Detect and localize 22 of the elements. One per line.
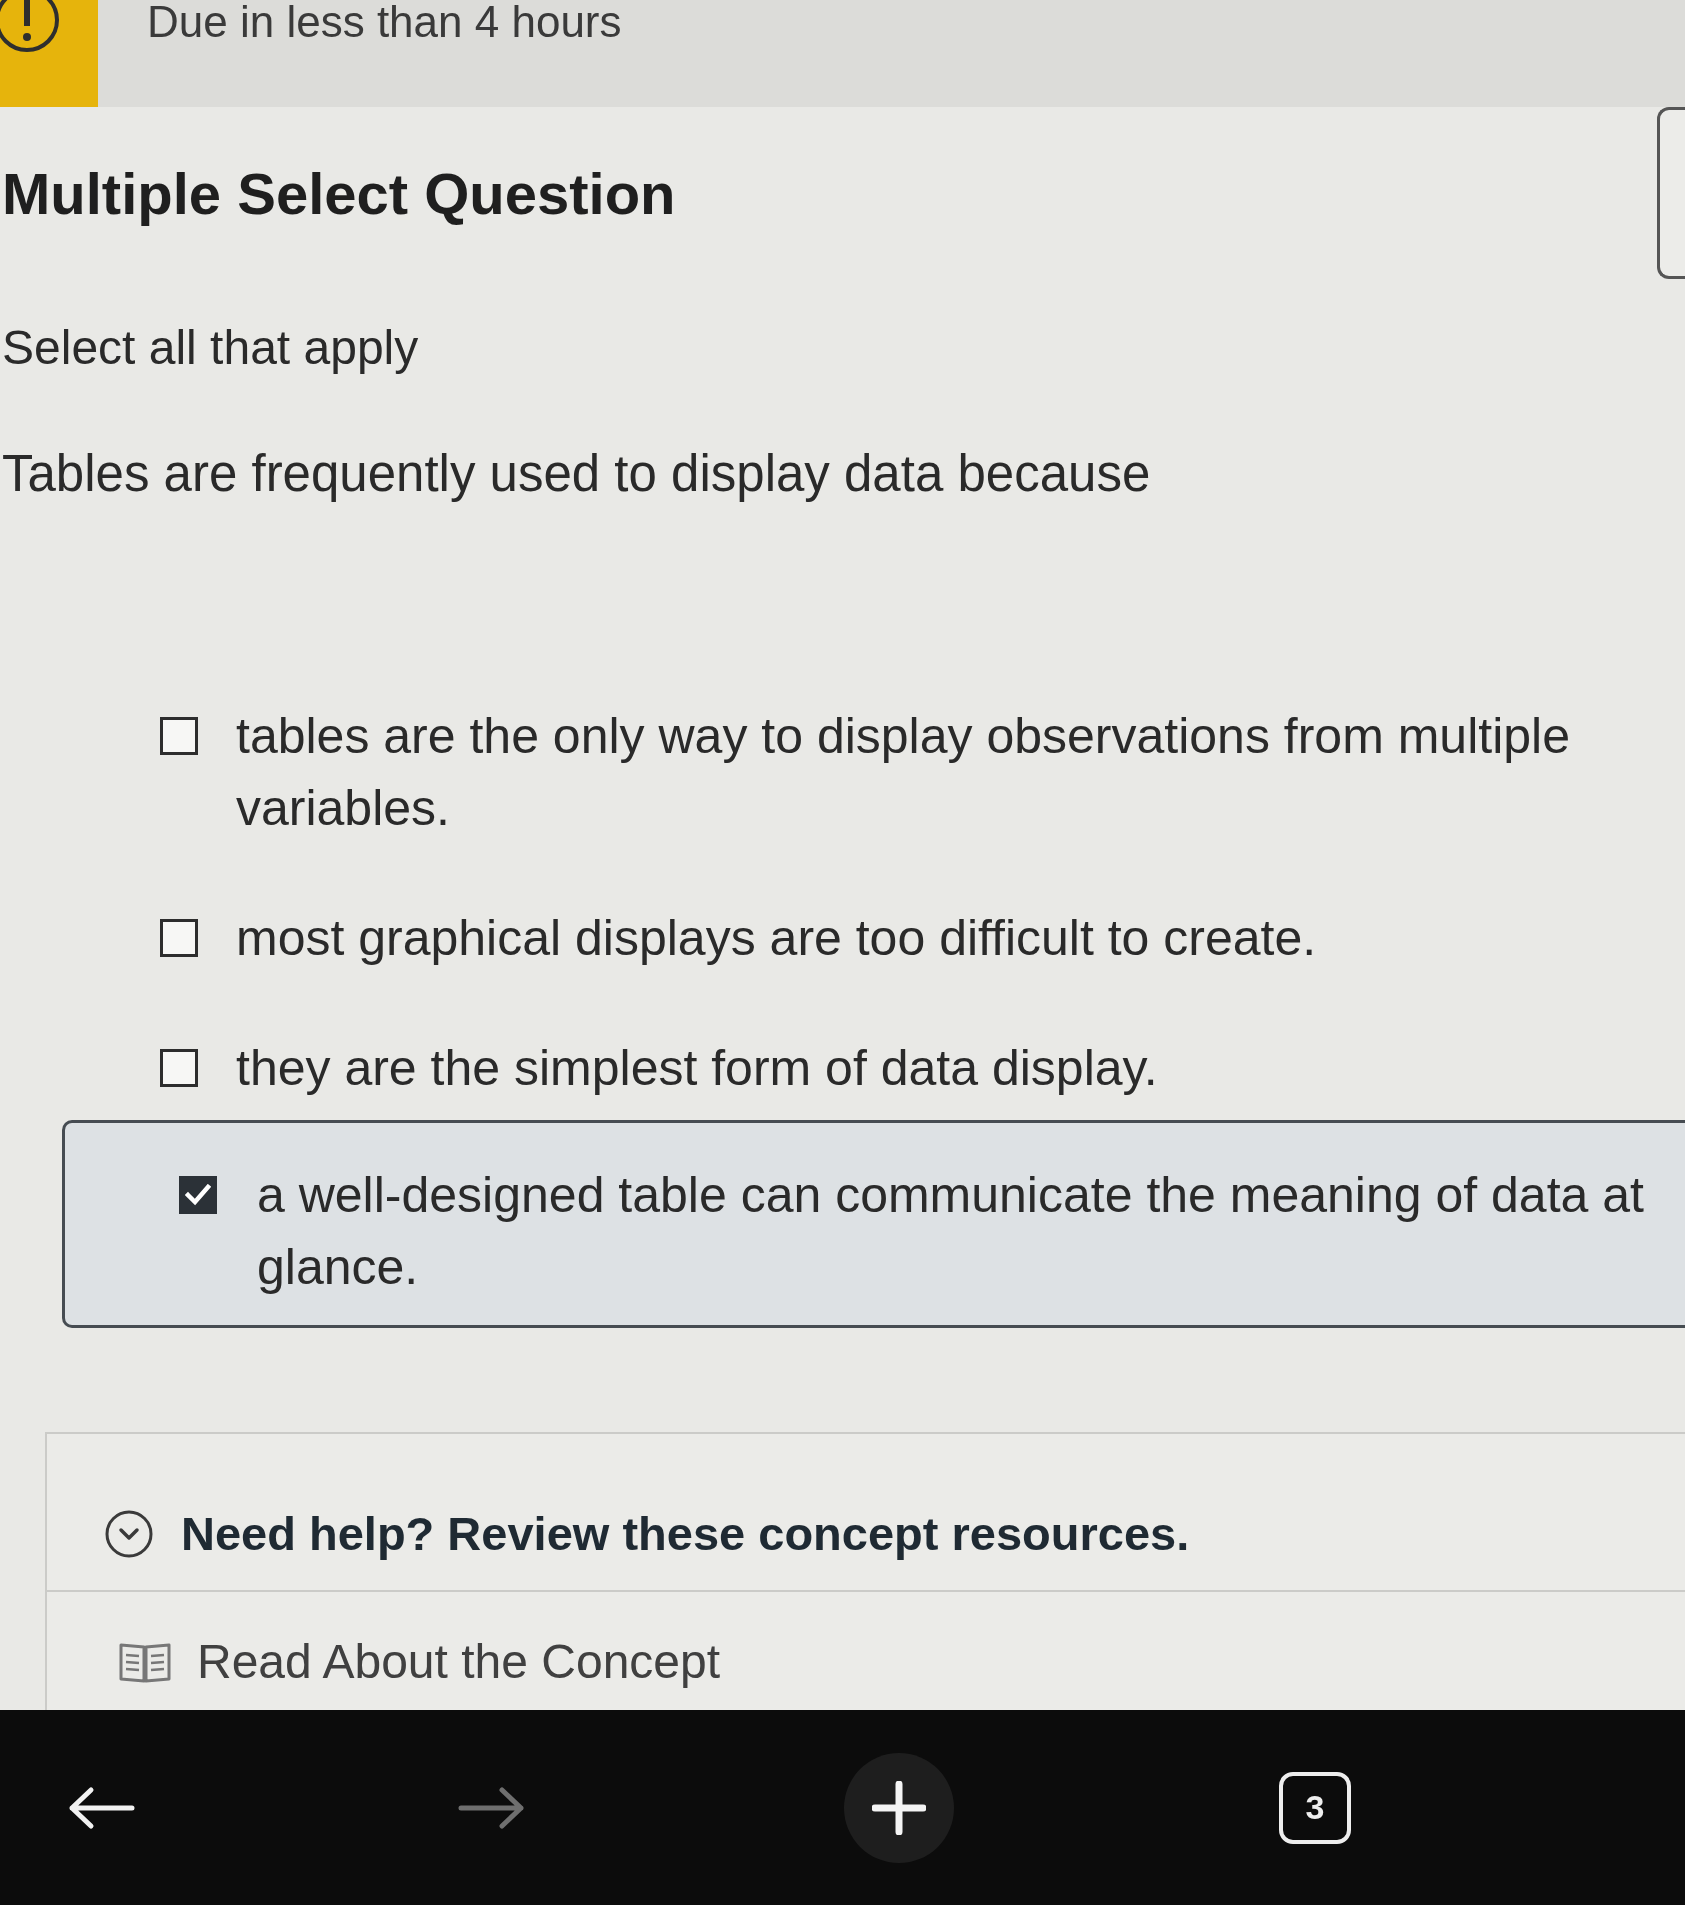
checkbox[interactable] <box>160 919 198 957</box>
answer-option-text[interactable]: tables are the only way to display observations from multiple variables. <box>236 700 1666 844</box>
due-text: Due in less than 4 hours <box>147 0 622 44</box>
checkbox[interactable] <box>160 717 198 755</box>
checkmark-icon <box>185 1184 211 1206</box>
checkbox[interactable] <box>160 1049 198 1087</box>
answer-option-text[interactable]: a well-designed table can communicate the meaning of data at glance. <box>257 1159 1677 1303</box>
resource-link[interactable]: Read About the Concept <box>197 1634 721 1690</box>
question-type-heading: Multiple Select Question <box>2 159 676 228</box>
chevron-down-icon[interactable] <box>105 1510 153 1558</box>
question-prompt: Tables are frequently used to display data because <box>2 444 1152 504</box>
plus-icon <box>872 1780 926 1835</box>
right-arrow-icon <box>457 1785 527 1830</box>
help-heading[interactable]: Need help? Review these concept resources. <box>181 1504 1190 1564</box>
open-book-icon <box>119 1641 171 1683</box>
side-tab-button[interactable] <box>1657 107 1685 279</box>
checkbox[interactable] <box>179 1176 217 1214</box>
answer-option-text[interactable]: most graphical displays are too difficult to create. <box>236 902 1317 974</box>
warning-icon <box>0 0 98 107</box>
tab-count-button[interactable]: 3 <box>1279 1771 1351 1844</box>
instruction-text: Select all that apply <box>2 320 420 376</box>
answer-option-text[interactable]: they are the simplest form of data display. <box>236 1032 1158 1104</box>
